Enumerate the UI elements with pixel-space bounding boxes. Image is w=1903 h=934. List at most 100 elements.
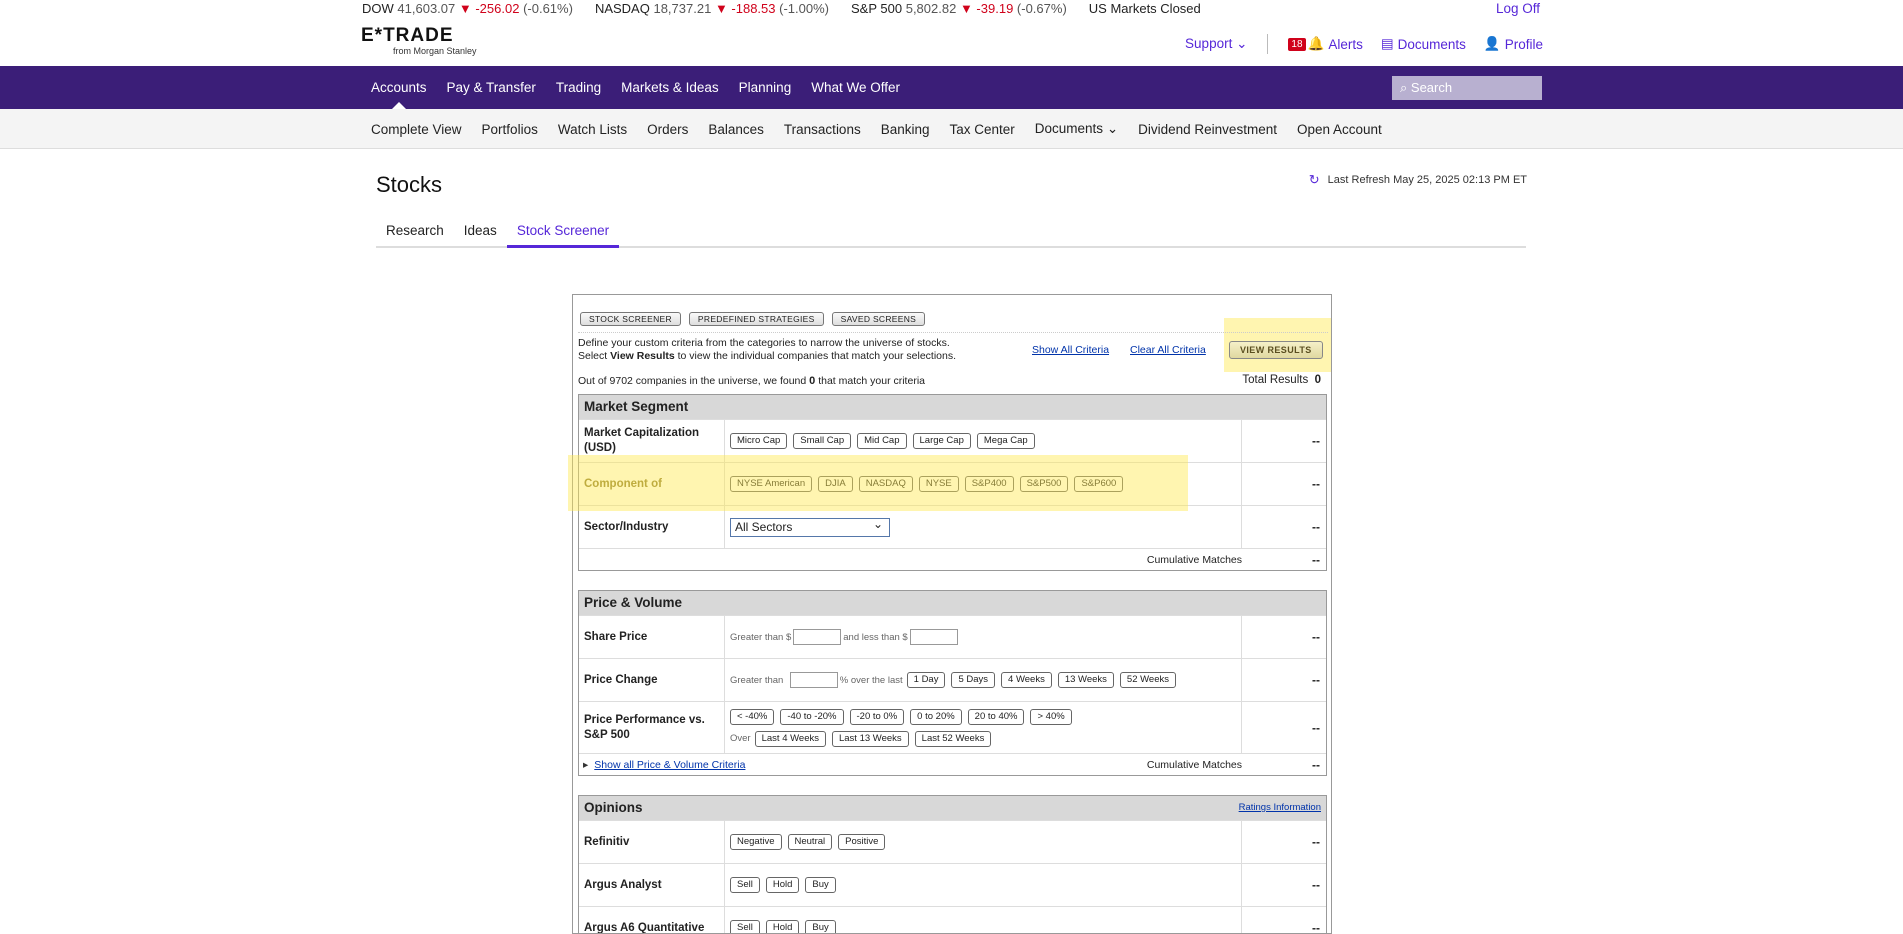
stock-screener-button[interactable]: STOCK SCREENER [580,312,681,326]
share-price-max-input[interactable] [909,629,958,645]
mid-cap-button[interactable]: Mid Cap [857,433,907,449]
ticker-dow: DOW 41,603.07 ▼ -256.02 (-0.61%) [362,1,573,16]
refresh-icon[interactable]: ↻ [1309,172,1320,188]
primary-nav: Accounts Pay & Transfer Trading Markets … [0,66,1903,109]
argus-hold-button[interactable]: Hold [765,877,800,893]
share-price-min-input[interactable] [793,629,842,645]
subnav-tax-center[interactable]: Tax Center [950,122,1015,137]
refinitiv-negative-button[interactable]: Negative [730,834,782,850]
period-4-weeks-button[interactable]: 4 Weeks [1001,672,1052,688]
cumulative-matches: Cumulative Matches -- [579,548,1326,570]
micro-cap-button[interactable]: Micro Cap [730,433,788,449]
alerts-badge: 18 [1288,37,1306,51]
range-gt-40-button[interactable]: > 40% [1030,708,1072,725]
price-volume-section: Price & Volume Share Price Greater than … [578,590,1327,776]
secondary-nav: Complete View Portfolios Watch Lists Ord… [0,109,1903,149]
chevron-down-icon: ⌄ [1236,36,1248,51]
divider [1267,34,1269,54]
argus-buy-button[interactable]: Buy [805,877,836,893]
over-last-4-weeks-button[interactable]: Last 4 Weeks [754,730,826,747]
mega-cap-button[interactable]: Mega Cap [976,433,1035,449]
subnav-complete-view[interactable]: Complete View [371,122,462,137]
opinions-section: Opinions Ratings Information Refinitiv Ne… [578,795,1327,933]
subnav-balances[interactable]: Balances [708,122,764,137]
predefined-strategies-button[interactable]: PREDEFINED STRATEGIES [688,312,824,326]
sector-industry-row: Sector/Industry All Sectors -- [579,505,1326,548]
refinitiv-positive-button[interactable]: Positive [838,834,886,850]
nav-what-we-offer[interactable]: What We Offer [811,66,900,109]
market-status: US Markets Closed [1088,1,1201,16]
argus6-hold-button[interactable]: Hold [765,920,800,933]
profile-link[interactable]: 👤 Profile [1484,36,1543,52]
view-results-button[interactable]: VIEW RESULTS [1229,341,1323,359]
subnav-banking[interactable]: Banking [881,122,930,137]
price-performance-row: Price Performance vs. S&P 500 < -40% -40… [579,701,1326,753]
range-minus40-minus20-button[interactable]: -40 to -20% [780,708,844,725]
nav-trading[interactable]: Trading [556,66,601,109]
market-ticker: DOW 41,603.07 ▼ -256.02 (-0.61%) NASDAQ … [0,0,1903,20]
screener-description: Define your custom criteria from the cat… [578,337,957,362]
period-13-weeks-button[interactable]: 13 Weeks [1057,672,1114,688]
saved-screens-button[interactable]: SAVED SCREENS [831,312,926,326]
ticker-sp500: S&P 500 5,802.82 ▼ -39.19 (-0.67%) [851,1,1067,16]
period-5-days-button[interactable]: 5 Days [951,672,996,688]
bell-icon: 🔔 [1307,36,1325,51]
logoff-link[interactable]: Log Off [1496,0,1540,18]
search-input[interactable]: ⌕ Search [1392,76,1542,100]
ticker-nasdaq: NASDAQ 18,737.21 ▼ -188.53 (-1.00%) [594,1,829,16]
highlight-component-of [568,455,1188,511]
subnav-transactions[interactable]: Transactions [784,122,861,137]
price-change-input[interactable] [789,672,838,688]
range-lt-minus40-button[interactable]: < -40% [730,708,775,725]
divider [578,332,1328,333]
over-last-13-weeks-button[interactable]: Last 13 Weeks [831,730,909,747]
subnav-dividend-reinvestment[interactable]: Dividend Reinvestment [1138,122,1277,137]
tab-research[interactable]: Research [376,220,454,248]
refinitiv-row: Refinitiv Negative Neutral Positive -- [579,820,1326,863]
range-0-20-button[interactable]: 0 to 20% [910,708,962,725]
etrade-logo[interactable]: E*TRADE from Morgan Stanley [361,26,477,57]
show-all-criteria-link[interactable]: Show All Criteria [1032,344,1109,356]
argus-sell-button[interactable]: Sell [730,877,760,893]
person-icon: 👤 [1483,36,1501,51]
nav-markets-ideas[interactable]: Markets & Ideas [621,66,719,109]
cumulative-matches: Show all Price & Volume Criteria Cumulat… [579,753,1326,775]
refinitiv-neutral-button[interactable]: Neutral [787,834,833,850]
tab-stock-screener[interactable]: Stock Screener [506,220,620,248]
small-cap-button[interactable]: Small Cap [793,433,852,449]
argus6-sell-button[interactable]: Sell [730,920,760,933]
results-summary: Out of 9702 companies in the universe, w… [578,375,925,387]
stock-screener-panel: STOCK SCREENER PREDEFINED STRATEGIES SAV… [572,294,1332,934]
document-icon: ▤ [1380,36,1394,51]
show-all-price-volume-link[interactable]: Show all Price & Volume Criteria [583,759,745,771]
support-menu[interactable]: Support ⌄ [1185,36,1247,52]
nav-pay-transfer[interactable]: Pay & Transfer [447,66,536,109]
section-title: Market Segment [579,395,1326,419]
over-last-52-weeks-button[interactable]: Last 52 Weeks [914,730,992,747]
subnav-documents[interactable]: Documents ⌄ [1035,121,1118,137]
period-1-day-button[interactable]: 1 Day [906,672,946,688]
subnav-portfolios[interactable]: Portfolios [482,122,538,137]
range-minus20-0-button[interactable]: -20 to 0% [849,708,905,725]
tab-ideas[interactable]: Ideas [454,220,507,248]
subnav-orders[interactable]: Orders [647,122,688,137]
ratings-information-link[interactable]: Ratings Information [1239,796,1321,820]
nav-accounts[interactable]: Accounts [371,66,427,109]
argus6-buy-button[interactable]: Buy [805,920,836,933]
subnav-watch-lists[interactable]: Watch Lists [558,122,627,137]
search-icon: ⌕ [1400,80,1408,95]
last-refresh[interactable]: ↻ Last Refresh May 25, 2025 02:13 PM ET [1309,172,1527,188]
period-52-weeks-button[interactable]: 52 Weeks [1119,672,1176,688]
chevron-down-icon: ⌄ [1106,121,1119,136]
section-title: Opinions Ratings Information [579,796,1326,820]
subnav-open-account[interactable]: Open Account [1297,122,1382,137]
nav-planning[interactable]: Planning [739,66,792,109]
clear-all-criteria-link[interactable]: Clear All Criteria [1130,344,1206,356]
sector-select[interactable]: All Sectors [730,516,890,537]
alerts-link[interactable]: 18 🔔 Alerts [1288,36,1363,52]
large-cap-button[interactable]: Large Cap [912,433,971,449]
price-change-row: Price Change Greater than % over the las… [579,658,1326,701]
documents-link[interactable]: ▤ Documents [1381,36,1466,52]
total-results: Total Results 0 [1242,374,1321,386]
range-20-40-button[interactable]: 20 to 40% [967,708,1025,725]
